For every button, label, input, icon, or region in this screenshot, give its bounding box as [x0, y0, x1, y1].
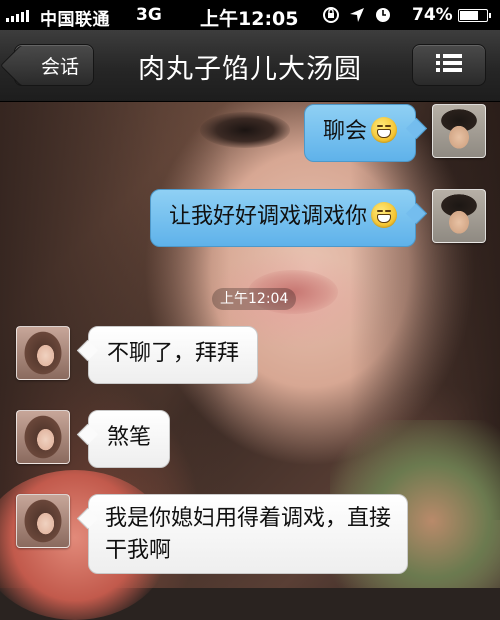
message-row-incoming: 我是你媳妇用得着调戏，直接干我啊 — [16, 494, 408, 574]
location-arrow-icon — [348, 6, 366, 24]
avatar[interactable] — [432, 104, 486, 158]
avatar[interactable] — [16, 494, 70, 548]
message-text: 煞笔 — [107, 425, 152, 450]
message-timestamp: 上午12:04 — [212, 288, 297, 310]
message-text: 不聊了，拜拜 — [107, 341, 240, 366]
status-bar: 中国联通 3G 上午12:05 74% — [0, 0, 500, 30]
message-bubble[interactable]: 煞笔 — [88, 410, 171, 468]
message-bubble[interactable]: 聊会 — [303, 104, 416, 162]
grinning-face-icon — [371, 202, 397, 228]
message-row-outgoing: 聊会 — [303, 104, 486, 162]
avatar[interactable] — [432, 189, 486, 243]
message-text: 让我好好调戏调戏你 — [168, 204, 367, 229]
back-button-label: 会话 — [40, 55, 79, 78]
message-row-incoming: 煞笔 — [16, 410, 171, 468]
message-text: 我是你媳妇用得着调戏，直接干我啊 — [105, 506, 392, 563]
grinning-face-icon — [371, 117, 397, 143]
avatar[interactable] — [16, 326, 70, 380]
message-row-outgoing: 让我好好调戏调戏你 — [149, 189, 486, 247]
avatar[interactable] — [16, 410, 70, 464]
carrier-name: 中国联通 — [40, 10, 110, 30]
message-bubble[interactable]: 让我好好调戏调戏你 — [149, 189, 416, 247]
message-row-incoming: 不聊了，拜拜 — [16, 326, 259, 384]
message-bubble[interactable]: 我是你媳妇用得着调戏，直接干我啊 — [88, 494, 408, 574]
list-icon — [436, 53, 462, 77]
status-time: 上午12:05 — [200, 8, 299, 30]
page-title: 肉丸子馅儿大汤圆 — [138, 54, 362, 85]
back-button[interactable]: 会话 — [14, 44, 94, 86]
background-eye — [200, 112, 290, 148]
navigation-bar: 会话 肉丸子馅儿大汤圆 — [0, 30, 500, 102]
message-bubble[interactable]: 不聊了，拜拜 — [88, 326, 259, 384]
signal-strength-icon — [6, 9, 29, 22]
network-type: 3G — [136, 5, 162, 25]
chat-info-button[interactable] — [412, 44, 486, 86]
alarm-clock-icon — [374, 6, 392, 24]
battery-icon — [458, 9, 491, 22]
battery-percent: 74% — [412, 5, 453, 25]
rotation-lock-icon — [322, 6, 340, 24]
message-text: 聊会 — [322, 119, 367, 144]
